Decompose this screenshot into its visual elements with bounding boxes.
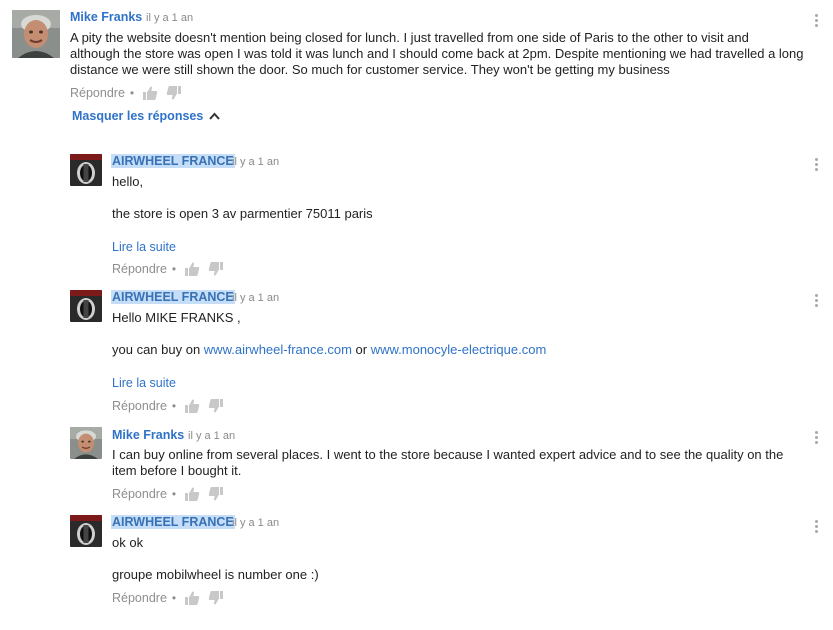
thumbs-down-icon[interactable]	[166, 85, 182, 101]
read-more-link[interactable]: Lire la suite	[112, 240, 176, 254]
more-vert-icon[interactable]	[815, 14, 819, 29]
hide-replies-toggle[interactable]: Masquer les réponses	[72, 109, 221, 123]
avatar[interactable]	[70, 427, 102, 459]
reply-button[interactable]: Répondre	[112, 487, 167, 501]
separator-dot: •	[171, 591, 177, 605]
mike-franks-avatar-image	[12, 10, 60, 58]
airwheel-avatar-image	[70, 515, 102, 547]
avatar[interactable]	[70, 290, 102, 322]
comment-text-line: although the store was open I was told i…	[70, 46, 804, 61]
reply-text-line: Hello MIKE FRANKS ,	[112, 310, 241, 325]
reply-button[interactable]: Répondre	[112, 262, 167, 276]
avatar[interactable]	[70, 154, 102, 186]
reply-author[interactable]: AIRWHEEL FRANCE	[111, 290, 235, 304]
reply-item: AIRWHEEL FRANCE il y a 1 an hello, the s…	[0, 148, 833, 278]
reply-time[interactable]: il y a 1 an	[188, 430, 235, 442]
mike-franks-avatar-image	[70, 427, 102, 459]
separator-dot: •	[129, 86, 135, 100]
chevron-up-icon	[209, 112, 221, 120]
reply-text-line: I can buy online from several places. I …	[112, 447, 784, 462]
thumbs-down-icon[interactable]	[208, 590, 224, 606]
reply-actions: Répondre •	[112, 260, 232, 278]
comment-actions: Répondre •	[70, 84, 190, 102]
hide-replies-label: Masquer les réponses	[72, 109, 204, 123]
comment-text: A pity the website doesn't mention being…	[70, 30, 815, 78]
thumbs-up-icon[interactable]	[184, 486, 200, 502]
reply-time[interactable]: il y a 1 an	[232, 517, 279, 529]
reply-text-line: the store is open 3 av parmentier 75011 …	[112, 206, 373, 221]
comment-time[interactable]: il y a 1 an	[146, 12, 193, 24]
reply-text-line: item before I bought it.	[112, 463, 242, 478]
reply-text-line-with-links: you can buy on www.airwheel-france.com o…	[112, 342, 546, 358]
reply-author[interactable]: AIRWHEEL FRANCE	[111, 154, 235, 168]
separator-dot: •	[171, 399, 177, 413]
airwheel-france-link[interactable]: www.airwheel-france.com	[204, 342, 352, 357]
read-more-link[interactable]: Lire la suite	[112, 376, 176, 390]
comment-thread: Mike Franks il y a 1 an A pity the websi…	[0, 0, 833, 104]
airwheel-avatar-image	[70, 290, 102, 322]
reply-text: you can buy on	[112, 342, 204, 357]
comment-text-line: distance we were still shown the door. S…	[70, 62, 670, 77]
reply-item: AIRWHEEL FRANCE il y a 1 an ok ok groupe…	[0, 512, 833, 622]
reply-author[interactable]: AIRWHEEL FRANCE	[111, 515, 235, 529]
reply-text-line: ok ok	[112, 535, 144, 550]
thumbs-down-icon[interactable]	[208, 261, 224, 277]
reply-item: Mike Franks il y a 1 an I can buy online…	[0, 423, 833, 505]
separator-dot: •	[171, 487, 177, 501]
avatar[interactable]	[12, 10, 60, 58]
reply-actions: Répondre •	[112, 397, 232, 415]
reply-actions: Répondre •	[112, 485, 232, 503]
reply-button[interactable]: Répondre	[112, 591, 167, 605]
avatar[interactable]	[70, 515, 102, 547]
reply-text-line: groupe mobilwheel is number one :)	[112, 567, 319, 582]
more-vert-icon[interactable]	[815, 431, 819, 446]
thumbs-up-icon[interactable]	[184, 261, 200, 277]
thumbs-down-icon[interactable]	[208, 398, 224, 414]
reply-button[interactable]: Répondre	[70, 86, 125, 100]
monocyle-electrique-link[interactable]: www.monocyle-electrique.com	[371, 342, 547, 357]
comment-author[interactable]: Mike Franks	[70, 10, 142, 24]
reply-text: or	[351, 342, 371, 357]
more-vert-icon[interactable]	[815, 158, 819, 173]
thumbs-up-icon[interactable]	[184, 398, 200, 414]
more-vert-icon[interactable]	[815, 520, 819, 535]
reply-time[interactable]: il y a 1 an	[232, 292, 279, 304]
more-vert-icon[interactable]	[815, 294, 819, 309]
reply-text-line: hello,	[112, 174, 144, 189]
separator-dot: •	[171, 262, 177, 276]
reply-time[interactable]: il y a 1 an	[232, 156, 279, 168]
airwheel-avatar-image	[70, 154, 102, 186]
thumbs-down-icon[interactable]	[208, 486, 224, 502]
reply-item: AIRWHEEL FRANCE il y a 1 an Hello MIKE F…	[0, 286, 833, 416]
reply-button[interactable]: Répondre	[112, 399, 167, 413]
thumbs-up-icon[interactable]	[142, 85, 158, 101]
thumbs-up-icon[interactable]	[184, 590, 200, 606]
comment-text-line: A pity the website doesn't mention being…	[70, 30, 749, 45]
reply-author[interactable]: Mike Franks	[112, 428, 184, 442]
reply-actions: Répondre •	[112, 589, 232, 607]
